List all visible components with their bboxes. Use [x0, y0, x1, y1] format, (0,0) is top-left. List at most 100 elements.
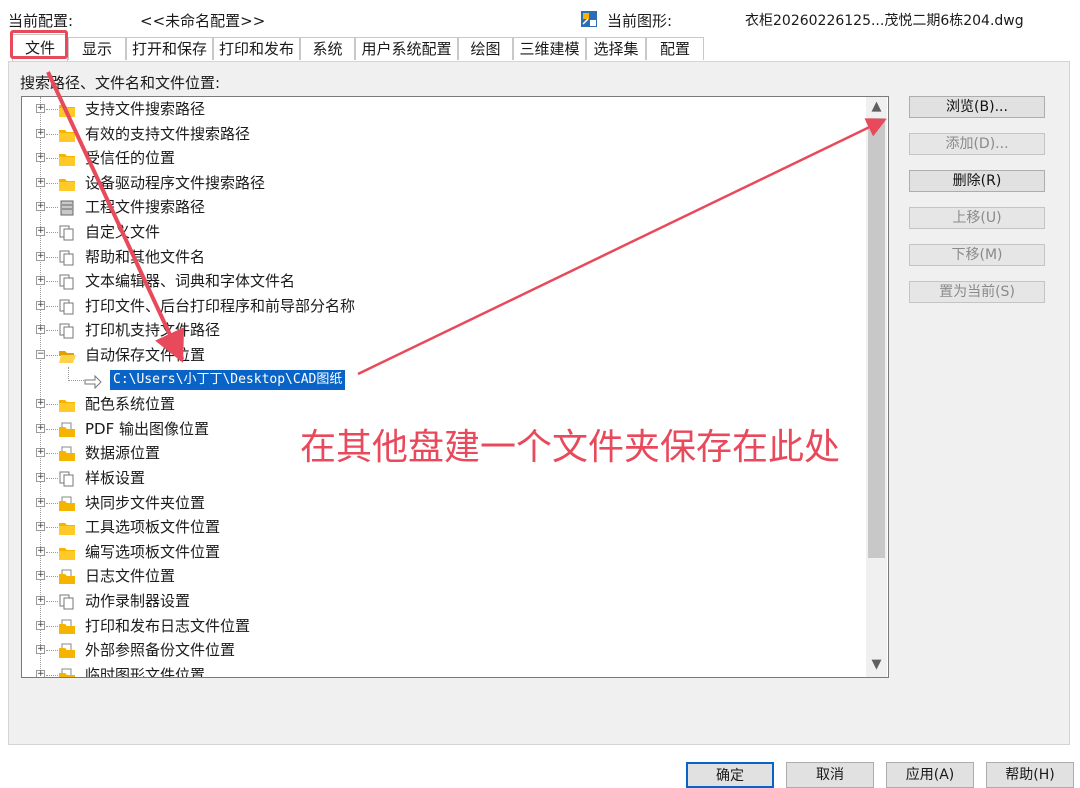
folder-icon	[58, 396, 76, 413]
tree-item-label: 支持文件搜索路径	[85, 100, 206, 118]
folder-icon	[58, 101, 76, 117]
tab-drafting[interactable]: 绘图	[458, 37, 513, 60]
tab-3d-modeling[interactable]: 三维建模	[513, 37, 586, 60]
options-tab-bar: 文件 显示 打开和保存 打印和发布 系统 用户系统配置 绘图 三维建模 选择集 …	[8, 34, 708, 61]
cancel-button[interactable]: 取消	[786, 762, 874, 788]
tab-user-preferences[interactable]: 用户系统配置	[355, 37, 458, 60]
tree-item-label: 自定义文件	[85, 223, 161, 241]
expand-toggle-icon[interactable]: +	[36, 620, 45, 630]
tab-selection[interactable]: 选择集	[586, 37, 646, 60]
documents-icon	[58, 273, 76, 290]
expand-toggle-icon[interactable]: +	[36, 227, 45, 236]
expand-toggle-icon[interactable]: +	[36, 448, 45, 458]
expand-toggle-icon[interactable]: −	[36, 350, 45, 359]
tree-item-label: 受信任的位置	[85, 149, 176, 168]
scroll-down-icon[interactable]: ▼	[866, 656, 887, 674]
tree-item-label: 编写选项板文件位置	[85, 542, 221, 561]
documents-icon	[58, 593, 76, 610]
expand-toggle-icon[interactable]: +	[36, 128, 45, 138]
expand-toggle-icon[interactable]: +	[36, 522, 45, 532]
expand-toggle-icon[interactable]: +	[36, 202, 45, 212]
tree-item-label: 样板设置	[85, 469, 146, 487]
tree-item-label: PDF 输出图像位置	[85, 419, 209, 438]
documents-icon	[58, 249, 76, 266]
move-down-button[interactable]: 下移(M)	[909, 244, 1045, 266]
add-button[interactable]: 添加(D)...	[909, 133, 1045, 155]
autosave-path-value[interactable]: C:\Users\小丁丁\Desktop\CAD图纸	[108, 368, 347, 391]
expand-toggle-icon[interactable]: +	[36, 497, 45, 507]
tree-item-label: 打印文件、后台打印程序和前导部分名称	[85, 296, 356, 315]
expand-toggle-icon[interactable]: +	[36, 177, 45, 187]
tree-item-label: 打印和发布日志文件位置	[85, 616, 251, 635]
tree-item-label: 帮助和其他文件名	[85, 247, 206, 266]
tab-highlight-box	[10, 30, 68, 59]
tab-profiles[interactable]: 配置	[646, 37, 704, 60]
scrollbar-thumb[interactable]	[868, 118, 885, 558]
expand-toggle-icon[interactable]: +	[36, 546, 45, 556]
tree-item-label: 数据源位置	[85, 444, 161, 463]
folder-doc-icon	[58, 667, 76, 677]
drawing-file-icon	[581, 11, 597, 27]
current-drawing-value: 衣柜20260226125...茂悦二期6栋204.dwg	[745, 13, 1024, 29]
expand-toggle-icon[interactable]: +	[36, 399, 45, 409]
tree-item-label: 有效的支持文件搜索路径	[85, 124, 251, 143]
folder-doc-icon	[58, 618, 76, 634]
path-arrow-icon	[84, 373, 102, 389]
cabinet-icon	[58, 199, 76, 216]
expand-toggle-icon[interactable]: +	[36, 251, 45, 261]
panel-title: 搜索路径、文件名和文件位置:	[20, 74, 221, 92]
remove-button[interactable]: 删除(R)	[909, 170, 1045, 192]
expand-toggle-icon[interactable]: +	[36, 645, 45, 655]
documents-icon	[58, 322, 76, 339]
folder-doc-icon	[58, 495, 76, 511]
expand-toggle-icon[interactable]: +	[36, 423, 45, 433]
file-location-tree[interactable]: + 支持文件搜索路径 + 有效的支持文件搜索路径 + 受信任的位置 + 设备驱动程序文件搜索路…	[21, 96, 889, 678]
folder-icon	[58, 126, 76, 142]
expand-toggle-icon[interactable]: +	[36, 473, 45, 482]
tree-item-label: 外部参照备份文件位置	[85, 641, 236, 660]
tree-item-label: 工具选项板文件位置	[85, 518, 221, 537]
current-drawing-label: 当前图形:	[607, 12, 673, 30]
tree-item-label: 块同步文件夹位置	[85, 493, 206, 512]
documents-icon	[58, 224, 76, 241]
annotation-text: 在其他盘建一个文件夹保存在此处	[300, 427, 841, 468]
documents-icon	[58, 470, 76, 487]
tab-open-save[interactable]: 打开和保存	[126, 37, 213, 60]
move-up-button[interactable]: 上移(U)	[909, 207, 1045, 229]
tree-item-label: 自动保存文件位置	[85, 346, 206, 364]
scroll-up-icon[interactable]: ▲	[866, 98, 887, 116]
expand-toggle-icon[interactable]: +	[36, 104, 45, 113]
documents-icon	[58, 298, 76, 315]
expand-toggle-icon[interactable]: +	[36, 596, 45, 605]
expand-toggle-icon[interactable]: +	[36, 300, 45, 310]
expand-toggle-icon[interactable]: +	[36, 153, 45, 163]
current-config-label: 当前配置:	[8, 12, 74, 30]
tree-item-label: 动作录制器设置	[85, 592, 191, 610]
current-config-value: <<未命名配置>>	[140, 12, 266, 30]
tree-item-label: 日志文件位置	[85, 567, 176, 586]
tab-plot-publish[interactable]: 打印和发布	[213, 37, 300, 60]
expand-toggle-icon[interactable]: +	[36, 571, 45, 581]
set-current-button[interactable]: 置为当前(S)	[909, 281, 1045, 303]
tree-item-label: 配色系统位置	[85, 395, 176, 414]
tree-item-label: 设备驱动程序文件搜索路径	[85, 173, 266, 192]
ok-button[interactable]: 确定	[686, 762, 774, 788]
expand-toggle-icon[interactable]: +	[36, 669, 45, 677]
folder-icon	[58, 519, 76, 536]
tree-item-label: 临时图形文件位置	[85, 665, 206, 678]
tab-display[interactable]: 显示	[68, 37, 126, 60]
open-folder-icon	[58, 347, 76, 363]
expand-toggle-icon[interactable]: +	[36, 276, 45, 286]
folder-icon	[58, 544, 76, 560]
folder-doc-icon	[58, 568, 76, 585]
folder-doc-icon	[58, 642, 76, 659]
tab-system[interactable]: 系统	[300, 37, 355, 60]
apply-button[interactable]: 应用(A)	[886, 762, 974, 788]
tree-item-label: 打印机支持文件路径	[85, 321, 221, 340]
tree-item-label: 工程文件搜索路径	[85, 198, 206, 217]
tree-item-label: 文本编辑器、词典和字体文件名	[85, 272, 296, 291]
expand-toggle-icon[interactable]: +	[36, 325, 45, 335]
help-button[interactable]: 帮助(H)	[986, 762, 1074, 788]
browse-button[interactable]: 浏览(B)...	[909, 96, 1045, 118]
folder-icon	[58, 175, 76, 191]
